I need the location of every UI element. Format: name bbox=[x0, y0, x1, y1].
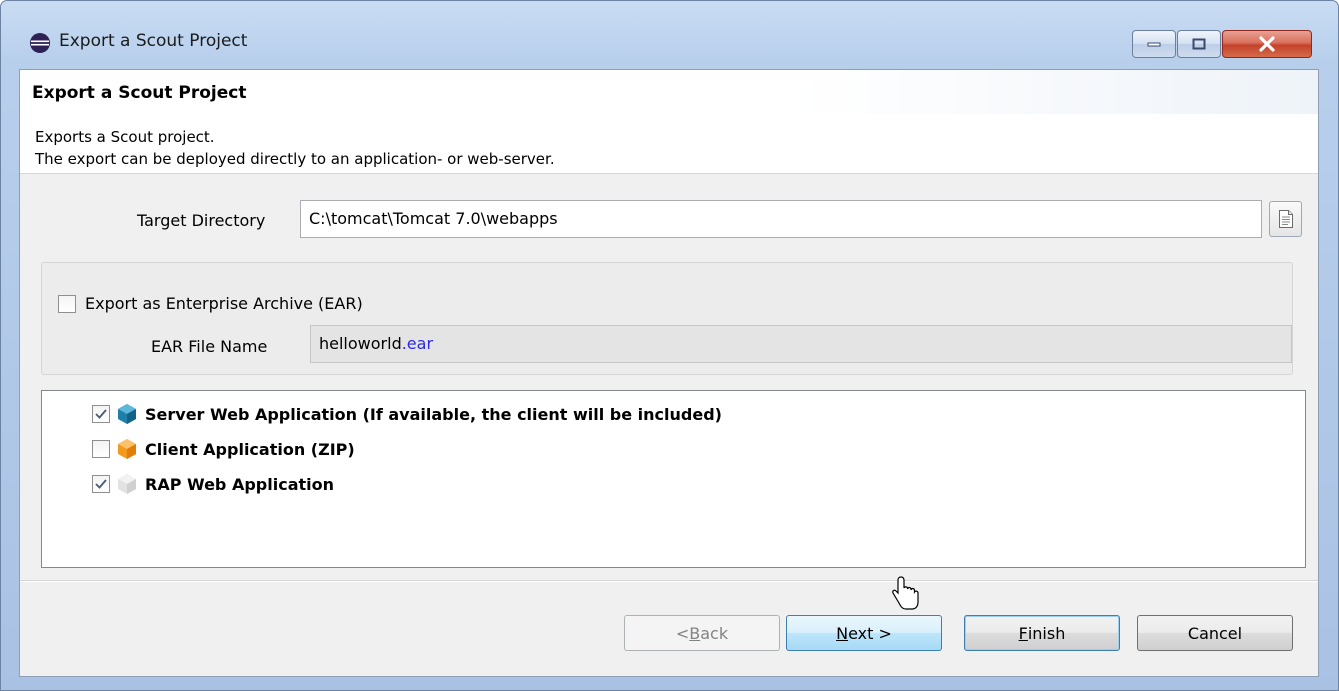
next-button-mnemonic: N bbox=[836, 623, 849, 643]
rap-web-application-checkbox[interactable] bbox=[92, 475, 110, 493]
ear-file-name-field: helloworld.ear bbox=[310, 325, 1292, 363]
list-item-server-web-application[interactable]: Server Web Application (If available, th… bbox=[92, 402, 722, 426]
button-bar-separator bbox=[20, 580, 1318, 582]
browse-button[interactable] bbox=[1269, 201, 1302, 237]
maximize-button[interactable] bbox=[1177, 30, 1221, 58]
cancel-button-label: Cancel bbox=[1187, 623, 1243, 643]
ear-file-name-extension: .ear bbox=[401, 334, 434, 353]
server-web-application-checkbox[interactable] bbox=[92, 405, 110, 423]
page-description-line1: Exports a Scout project. bbox=[35, 128, 215, 146]
restore-icon bbox=[1192, 38, 1206, 50]
list-item-client-application[interactable]: Client Application (ZIP) bbox=[92, 437, 355, 461]
window-title: Export a Scout Project bbox=[59, 31, 248, 51]
back-button-mnemonic: B bbox=[689, 623, 701, 643]
ear-checkbox-label[interactable]: Export as Enterprise Archive (EAR) bbox=[85, 294, 363, 313]
ear-checkbox[interactable] bbox=[58, 295, 76, 313]
ear-file-name-base: helloworld bbox=[319, 334, 402, 353]
client-cube-icon bbox=[118, 439, 136, 459]
ear-group: Export as Enterprise Archive (EAR) EAR F… bbox=[41, 262, 1293, 375]
next-button-label: ext > bbox=[848, 623, 892, 643]
minimize-icon bbox=[1147, 42, 1161, 47]
rap-cube-icon bbox=[118, 474, 136, 494]
rap-web-application-label: RAP Web Application bbox=[145, 474, 335, 494]
client-application-label: Client Application (ZIP) bbox=[145, 439, 355, 459]
page-description-line2: The export can be deployed directly to a… bbox=[35, 150, 555, 168]
list-item-rap-web-application[interactable]: RAP Web Application bbox=[92, 472, 334, 496]
check-icon bbox=[95, 409, 107, 419]
client-application-checkbox[interactable] bbox=[92, 440, 110, 458]
next-button[interactable]: Next > bbox=[786, 615, 942, 651]
finish-button[interactable]: Finish bbox=[964, 615, 1120, 651]
close-button[interactable] bbox=[1222, 30, 1312, 58]
mouse-cursor-icon bbox=[892, 576, 919, 610]
dialog-window: Export a Scout Project Export a Scout Pr… bbox=[0, 0, 1339, 691]
cancel-button[interactable]: Cancel bbox=[1137, 615, 1293, 651]
module-list: Server Web Application (If available, th… bbox=[41, 390, 1306, 568]
dialog-client-area: Export a Scout Project Exports a Scout p… bbox=[19, 69, 1319, 677]
server-web-application-label: Server Web Application (If available, th… bbox=[145, 404, 722, 424]
eclipse-icon bbox=[30, 33, 50, 53]
title-bar[interactable]: Export a Scout Project bbox=[1, 1, 1338, 75]
close-icon bbox=[1259, 36, 1275, 52]
target-directory-input[interactable]: C:\tomcat\Tomcat 7.0\webapps bbox=[300, 200, 1262, 238]
wizard-header: Export a Scout Project Exports a Scout p… bbox=[20, 70, 1318, 174]
ear-file-name-label: EAR File Name bbox=[151, 337, 268, 356]
minimize-button[interactable] bbox=[1132, 30, 1176, 58]
back-button-label: ack bbox=[700, 623, 729, 643]
back-button-prefix: < bbox=[675, 623, 690, 643]
document-icon bbox=[1278, 210, 1293, 228]
back-button[interactable]: < Back bbox=[624, 615, 780, 651]
server-cube-icon bbox=[118, 404, 136, 424]
finish-button-label: inish bbox=[1027, 623, 1066, 643]
target-directory-label: Target Directory bbox=[137, 211, 266, 230]
finish-button-mnemonic: F bbox=[1018, 623, 1028, 643]
check-icon bbox=[95, 479, 107, 489]
page-title: Export a Scout Project bbox=[32, 83, 247, 103]
